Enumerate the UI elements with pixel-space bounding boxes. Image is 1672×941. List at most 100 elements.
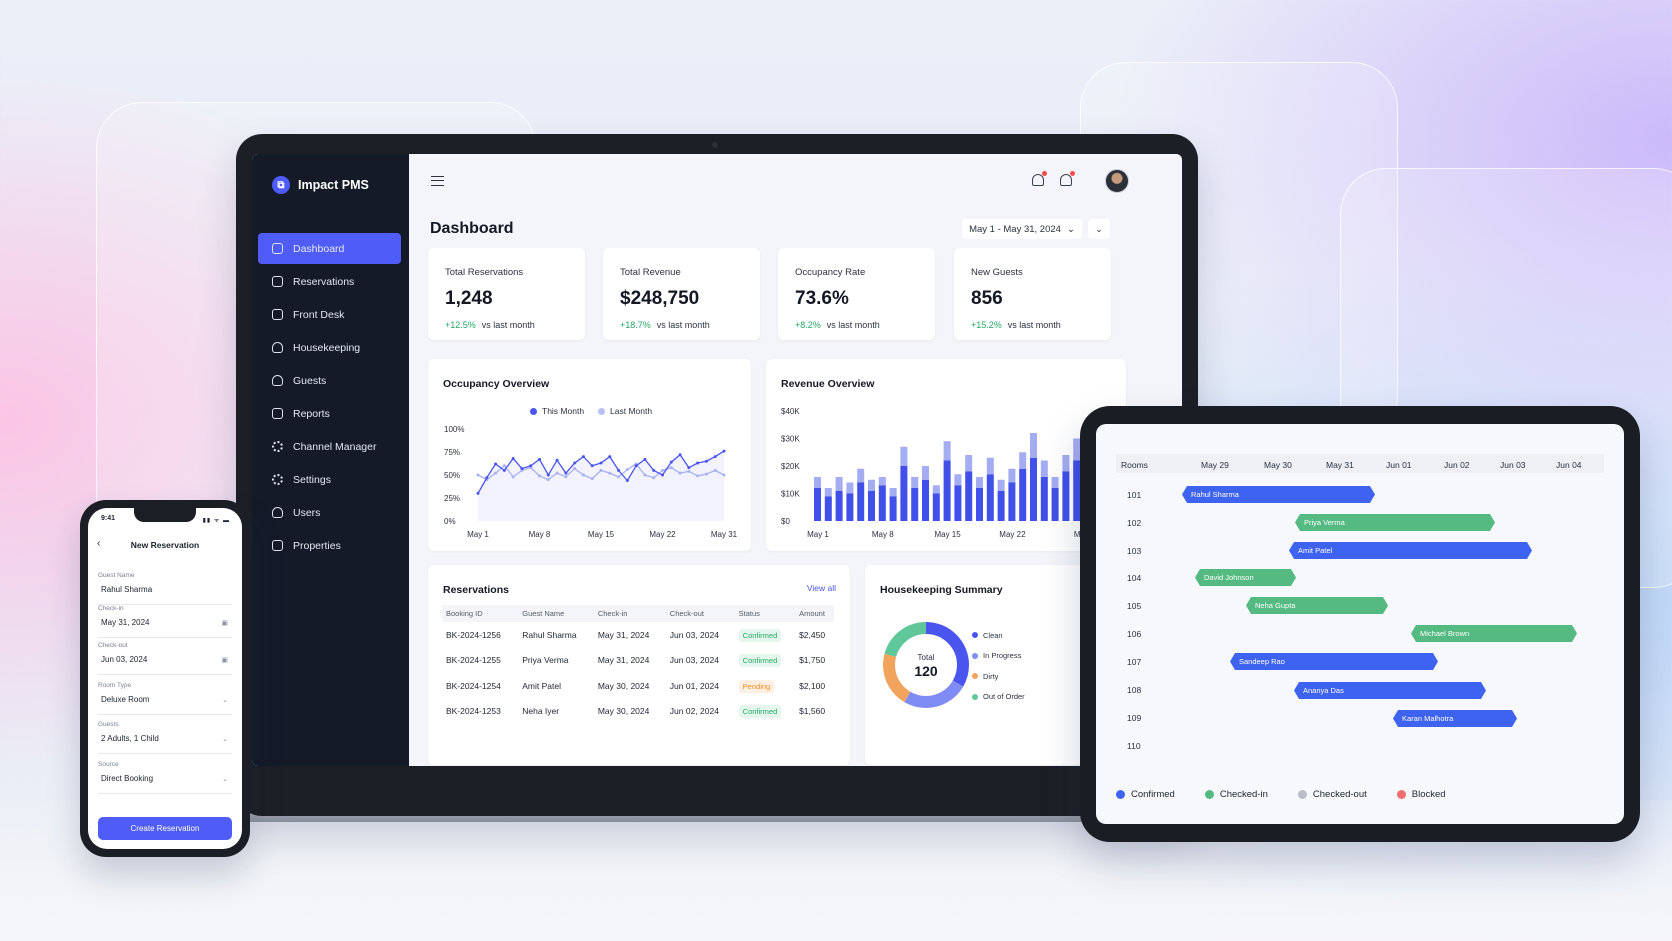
y-tick-label: 50%: [444, 471, 460, 480]
data-point: [546, 478, 550, 482]
y-tick-label: 0%: [444, 517, 456, 526]
expand-button[interactable]: ⌄: [1088, 219, 1110, 239]
sidebar-item-front-desk[interactable]: Front Desk: [258, 299, 401, 330]
booking-bar[interactable]: David Johnson: [1195, 569, 1296, 586]
reservations-card: Reservations View all Booking ID Guest N…: [428, 565, 850, 765]
menu-icon[interactable]: [431, 176, 444, 186]
data-point: [643, 457, 647, 461]
revenue-chart-card: Revenue Overview $40K $30K $20K $10K $0 May 1…: [766, 359, 1126, 551]
data-point: [634, 464, 638, 468]
sidebar-item-channel-manager[interactable]: Channel Manager: [258, 431, 401, 462]
source-select[interactable]: Source Direct Booking ⌄: [98, 761, 232, 794]
status-icons: ▮▮ ᯤ ▬: [202, 518, 230, 524]
date-header: Jun 01: [1386, 460, 1412, 470]
sidebar-item-settings[interactable]: Settings: [258, 464, 401, 495]
guest-name-field[interactable]: Guest Name Rahul Sharma: [98, 572, 232, 605]
y-tick-label: 100%: [444, 425, 464, 434]
room-number: 103: [1127, 546, 1142, 556]
guest-name: Neha Iyer: [522, 706, 560, 717]
data-point: [687, 469, 691, 473]
data-point: [546, 473, 550, 477]
data-point: [704, 459, 708, 463]
sidebar-item-guests[interactable]: Guests: [258, 365, 401, 396]
booking-bar[interactable]: Rahul Sharma: [1182, 486, 1375, 503]
guest-name: Amit Patel: [522, 680, 561, 691]
sidebar-item-reports[interactable]: Reports: [258, 398, 401, 429]
date-range-value: May 1 - May 31, 2024: [969, 223, 1061, 235]
stat-change-percent: +18.7%: [620, 320, 651, 330]
create-reservation-button[interactable]: Create Reservation: [98, 817, 232, 840]
sidebar-item-dashboard[interactable]: Dashboard: [258, 233, 401, 264]
legend-label: Blocked: [1411, 789, 1446, 800]
sidebar-item-housekeeping[interactable]: Housekeeping: [258, 332, 401, 363]
data-point: [529, 464, 533, 468]
reservations-title: Reservations: [443, 584, 509, 596]
booking-bar[interactable]: Priya Verma: [1295, 514, 1495, 531]
x-tick-label: May 1: [467, 530, 489, 539]
brand[interactable]: ⧉ Impact PMS: [272, 176, 369, 194]
bell-icon[interactable]: [1032, 171, 1047, 186]
brand-logo-icon: ⧉: [272, 176, 290, 194]
check-in-field[interactable]: Check-in May 31, 2024 ▣: [98, 605, 232, 638]
sidebar-item-properties[interactable]: Properties: [258, 530, 401, 561]
view-all-link[interactable]: View all: [807, 583, 836, 593]
legend-label: Checked-out: [1312, 789, 1367, 800]
data-point: [573, 467, 577, 471]
revenue-bar-extra: [814, 477, 821, 488]
table-row[interactable]: BK-2024-1254 Amit Patel May 30, 2024 Jun…: [442, 673, 834, 699]
avatar[interactable]: [1105, 169, 1129, 193]
data-point: [678, 453, 682, 457]
users-icon: [272, 507, 283, 518]
status-time: 9:41: [101, 515, 116, 522]
data-point: [652, 468, 656, 472]
revenue-bar-extra: [889, 488, 897, 497]
calendar-icon[interactable]: ▣: [221, 656, 228, 664]
revenue-bar: [846, 493, 854, 521]
x-tick-label: May 8: [529, 530, 551, 539]
booking-bar[interactable]: Karan Malhotra: [1393, 710, 1517, 727]
occupancy-chart-card: Occupancy Overview This Month Last Month…: [428, 359, 751, 551]
field-label: Source: [98, 761, 119, 768]
y-tick-label: 25%: [444, 494, 460, 503]
sidebar-item-users[interactable]: Users: [258, 497, 401, 528]
sidebar-item-label: Reports: [293, 407, 330, 420]
booking-bar[interactable]: Sandeep Rao: [1230, 653, 1438, 670]
table-row[interactable]: BK-2024-1255 Priya Verma May 31, 2024 Ju…: [442, 648, 834, 674]
stat-label: Total Revenue: [620, 267, 681, 278]
revenue-bar: [889, 496, 897, 521]
tablet: Rooms May 29 May 30 May 31 Jun 01 Jun 02…: [1080, 406, 1640, 842]
legend-label: In Progress: [983, 651, 1022, 661]
data-point: [555, 471, 559, 475]
date-range-picker[interactable]: May 1 - May 31, 2024 ⌄: [962, 219, 1082, 239]
status-cell: Confirmed: [735, 648, 795, 674]
legend-swatch: [1116, 790, 1125, 799]
data-point: [520, 467, 524, 471]
table-row[interactable]: BK-2024-1253 Neha Iyer May 30, 2024 Jun …: [442, 699, 834, 725]
booking-bar[interactable]: Ananya Das: [1294, 682, 1486, 699]
rooms-header: Rooms: [1121, 460, 1148, 470]
sidebar-item-reservations[interactable]: Reservations: [258, 266, 401, 297]
table-row[interactable]: BK-2024-1256 Rahul Sharma May 31, 2024 J…: [442, 622, 834, 648]
booking-bar[interactable]: Amit Patel: [1289, 542, 1532, 559]
revenue-bar-extra: [997, 479, 1005, 491]
status-badge: Confirmed: [738, 705, 782, 719]
data-point: [625, 479, 629, 483]
revenue-bar-extra: [954, 474, 962, 486]
guests-select[interactable]: Guests 2 Adults, 1 Child ⌄: [98, 721, 232, 754]
booking-bar[interactable]: Michael Brown: [1411, 625, 1577, 642]
room-type-select[interactable]: Room Type Deluxe Room ⌄: [98, 682, 232, 715]
booking-bar[interactable]: Neha Gupta: [1246, 597, 1388, 614]
data-point: [599, 468, 603, 472]
field-value: 2 Adults, 1 Child: [101, 734, 159, 743]
data-point: [502, 464, 506, 468]
revenue-bar: [997, 490, 1005, 521]
legend-item-clean: Clean: [972, 625, 1025, 646]
booking-id: BK-2024-1253: [446, 706, 501, 717]
check-out-field[interactable]: Check-out Jun 03, 2024 ▣: [98, 642, 232, 675]
stat-value: 1,248: [445, 288, 493, 309]
alert-bell-icon[interactable]: [1060, 171, 1075, 186]
stat-value: 856: [971, 288, 1003, 309]
calendar-icon[interactable]: ▣: [221, 619, 228, 627]
revenue-bar: [965, 471, 973, 521]
field-label: Room Type: [98, 682, 132, 689]
